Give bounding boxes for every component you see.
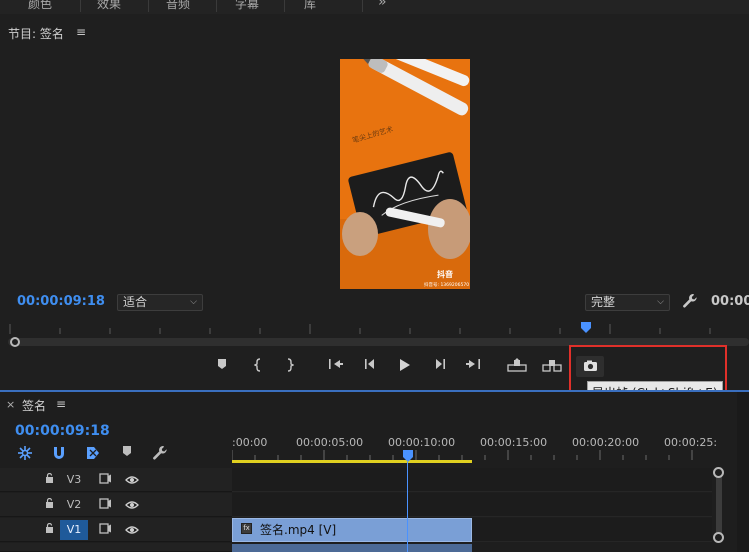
track-target-v3[interactable]: V3 (60, 470, 88, 490)
chevron-down-icon: ⌵ (190, 297, 197, 307)
nest-toggle-icon[interactable] (16, 445, 34, 461)
sync-lock-icon[interactable] (99, 498, 111, 509)
tab-divider (284, 0, 285, 12)
panel-menu-icon[interactable]: ≡ (56, 397, 66, 411)
chevron-down-icon: ⌵ (657, 297, 664, 307)
play-button[interactable] (395, 358, 415, 376)
audio-clip[interactable] (232, 544, 472, 552)
snap-magnet-icon[interactable] (50, 445, 68, 461)
track-header-v3: V3 (0, 468, 232, 492)
playback-resolution-dropdown[interactable]: 完整 ⌵ (585, 294, 670, 311)
zoom-fit-dropdown[interactable]: 适合 ⌵ (117, 294, 203, 311)
track-target-v2[interactable]: V2 (60, 495, 88, 515)
mark-in-button[interactable] (248, 358, 268, 376)
tab-divider (148, 0, 149, 12)
tab-divider (362, 0, 363, 12)
sync-lock-icon[interactable] (99, 473, 111, 484)
more-tabs-icon[interactable]: » (378, 0, 387, 10)
tab-libraries[interactable]: 库 (304, 0, 316, 12)
track-header-a1 (0, 543, 232, 552)
program-monitor-title[interactable]: 节目: 签名 (8, 25, 64, 42)
step-back-button[interactable] (360, 358, 380, 376)
close-icon[interactable]: × (6, 398, 15, 411)
clip-label: 签名.mp4 [V] (260, 523, 337, 537)
monitor-playhead[interactable] (581, 322, 591, 333)
track-lane-v3[interactable] (232, 468, 712, 492)
fx-badge: fx (241, 523, 252, 534)
mark-out-button[interactable] (280, 358, 300, 376)
playback-resolution-value: 完整 (591, 295, 616, 309)
eye-icon[interactable] (125, 499, 139, 509)
scrollbar-handle-bottom[interactable] (713, 532, 724, 543)
ruler-ticks (232, 450, 693, 460)
tab-divider (80, 0, 81, 12)
lift-button[interactable] (506, 358, 528, 376)
work-area-bar[interactable] (232, 460, 472, 463)
add-marker-icon[interactable] (118, 445, 136, 461)
douyin-account-text: 抖音号: 1369206570 (424, 281, 469, 288)
tab-divider (216, 0, 217, 12)
playhead-line (407, 462, 408, 552)
sequence-tab-title[interactable]: 签名 (22, 397, 46, 414)
step-forward-button[interactable] (430, 358, 450, 376)
go-to-out-button[interactable] (463, 358, 483, 376)
go-to-in-button[interactable] (326, 358, 346, 376)
monitor-scroll-handle[interactable] (10, 337, 20, 347)
wrench-settings-icon[interactable] (682, 293, 698, 313)
lock-icon[interactable] (45, 522, 54, 536)
track-header-v1: V1 (0, 518, 232, 542)
workspace-tab-bar: 颜色 效果 音频 字幕 库 » (0, 0, 749, 14)
eye-icon[interactable] (125, 474, 139, 484)
timeline-playhead[interactable] (403, 450, 413, 462)
video-frame-image: 笔尖上的艺术 抖音 抖音号: 1369206570 (340, 59, 470, 289)
linked-selection-icon[interactable] (84, 445, 102, 461)
tab-captions[interactable]: 字幕 (235, 0, 259, 12)
timeline-timecode[interactable]: 00:00:09:18 (15, 423, 110, 439)
video-clip[interactable]: fx 签名.mp4 [V] (232, 518, 472, 542)
add-marker-button[interactable] (212, 358, 232, 376)
douyin-logo-text: 抖音 (437, 269, 453, 279)
track-header-v2: V2 (0, 493, 232, 517)
wrench-settings-icon[interactable] (151, 445, 169, 461)
video-preview: 笔尖上的艺术 抖音 抖音号: 1369206570 (340, 59, 470, 289)
tab-effects[interactable]: 效果 (97, 0, 121, 12)
zoom-fit-value: 适合 (123, 295, 148, 309)
lock-icon[interactable] (45, 472, 54, 486)
track-target-v1[interactable]: V1 (60, 520, 88, 540)
sync-lock-icon[interactable] (99, 523, 111, 534)
tab-audio[interactable]: 音频 (166, 0, 190, 12)
tab-color[interactable]: 颜色 (28, 0, 52, 12)
panel-edge (737, 392, 749, 552)
extract-button[interactable] (541, 358, 563, 376)
scrollbar-handle-top[interactable] (713, 467, 724, 478)
panel-menu-icon[interactable]: ≡ (76, 25, 86, 39)
duration-timecode: 00:00 (711, 294, 749, 309)
eye-icon[interactable] (125, 524, 139, 534)
track-lane-v2[interactable] (232, 493, 712, 517)
lock-icon[interactable] (45, 497, 54, 511)
playhead-timecode[interactable]: 00:00:09:18 (17, 294, 105, 309)
